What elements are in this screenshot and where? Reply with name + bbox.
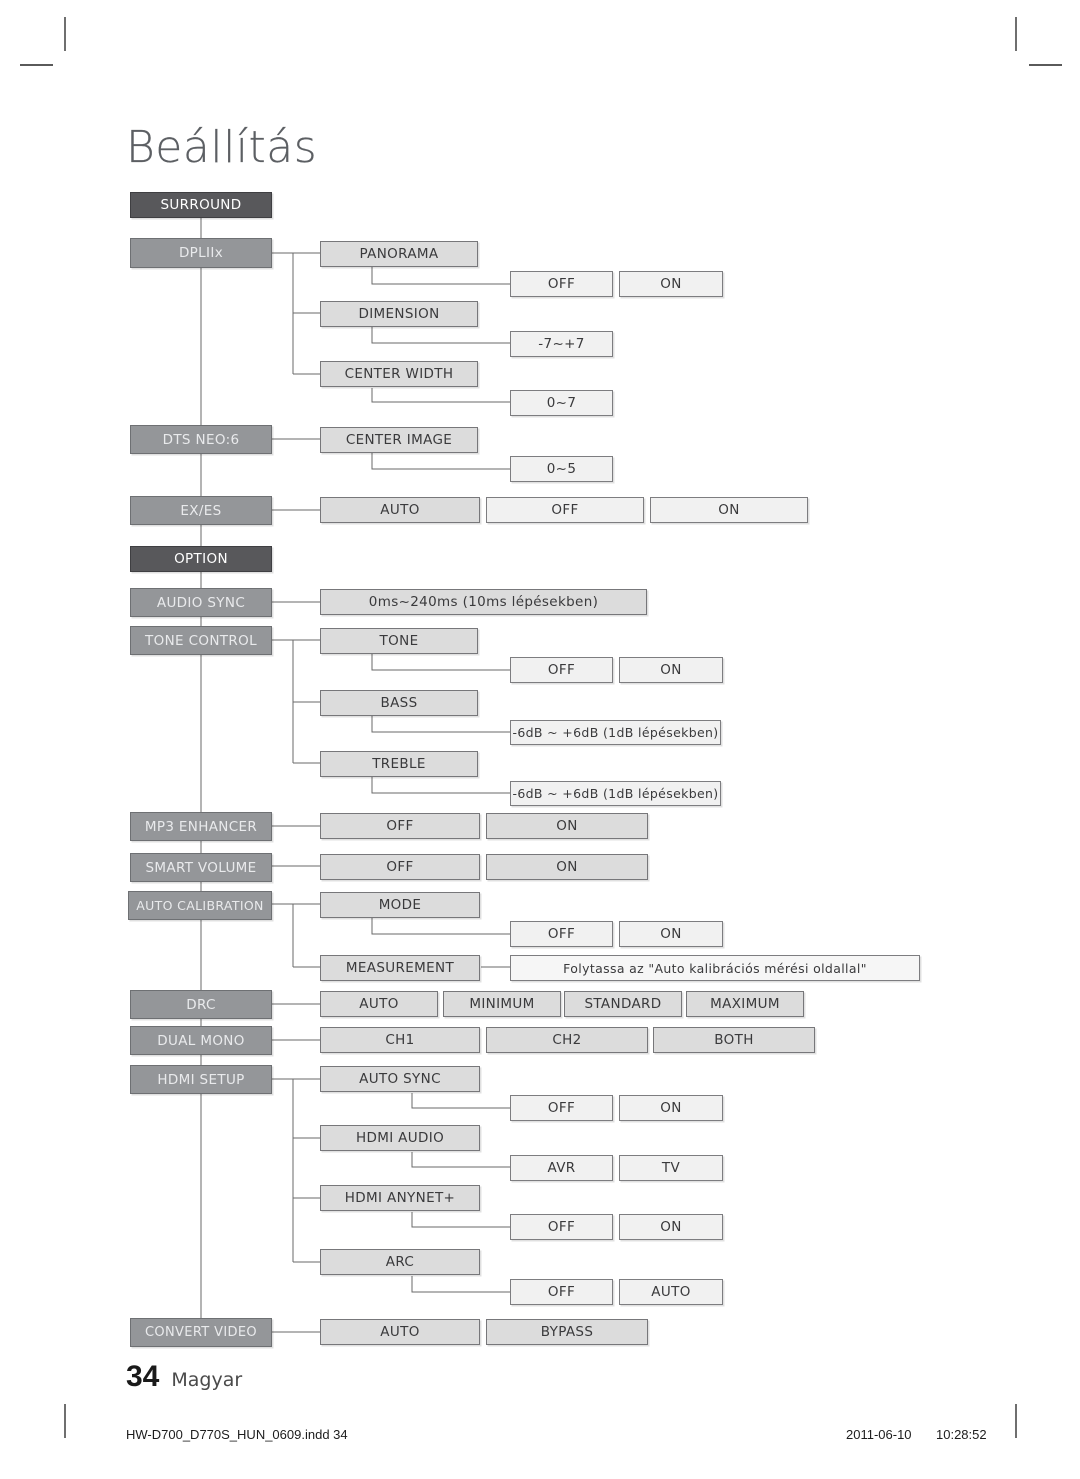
node-hdmi-setup[interactable]: HDMI SETUP xyxy=(130,1065,272,1094)
node-center-width[interactable]: CENTER WIDTH xyxy=(320,361,478,387)
node-mode-off[interactable]: OFF xyxy=(510,921,613,947)
node-option[interactable]: OPTION xyxy=(130,546,272,572)
node-hdmi-anynet-on[interactable]: ON xyxy=(619,1214,723,1240)
node-dual-ch2[interactable]: CH2 xyxy=(486,1027,648,1053)
node-drc-minimum[interactable]: MINIMUM xyxy=(443,991,561,1017)
node-hdmi-audio[interactable]: HDMI AUDIO xyxy=(320,1125,480,1151)
node-auto-calibration[interactable]: AUTO CALIBRATION xyxy=(128,891,272,920)
node-measurement-note: Folytassa az "Auto kalibrációs mérési ol… xyxy=(510,955,920,981)
node-mp3-enhancer[interactable]: MP3 ENHANCER xyxy=(130,812,272,841)
node-convert-video[interactable]: CONVERT VIDEO xyxy=(130,1318,272,1347)
manual-page: Beállítás SURROUND DPLIIx PANORAMA OFF O… xyxy=(0,0,1080,1479)
node-panorama-off[interactable]: OFF xyxy=(510,271,613,297)
folio: 34 Magyar xyxy=(126,1360,242,1394)
node-tone-on[interactable]: ON xyxy=(619,657,723,683)
node-mode-on[interactable]: ON xyxy=(619,921,723,947)
node-exes-on[interactable]: ON xyxy=(650,497,808,523)
node-dual-ch1[interactable]: CH1 xyxy=(320,1027,480,1053)
node-dimension-range[interactable]: -7~+7 xyxy=(510,331,613,357)
node-arc[interactable]: ARC xyxy=(320,1249,480,1275)
footer-filename: HW-D700_D770S_HUN_0609.indd 34 xyxy=(126,1427,348,1442)
node-hdmi-auto-sync-on[interactable]: ON xyxy=(619,1095,723,1121)
node-dual-mono[interactable]: DUAL MONO xyxy=(130,1026,272,1055)
footer-time: 10:28:52 xyxy=(936,1427,987,1442)
node-smart-off[interactable]: OFF xyxy=(320,854,480,880)
node-hdmi-anynet-off[interactable]: OFF xyxy=(510,1214,613,1240)
node-panorama-on[interactable]: ON xyxy=(619,271,723,297)
node-dts-neo6[interactable]: DTS NEO:6 xyxy=(130,425,272,454)
node-exes-auto[interactable]: AUTO xyxy=(320,497,480,523)
node-center-image-range[interactable]: 0~5 xyxy=(510,456,613,482)
node-mp3-on[interactable]: ON xyxy=(486,813,648,839)
node-surround[interactable]: SURROUND xyxy=(130,192,272,218)
node-dpliix[interactable]: DPLIIx xyxy=(130,238,272,268)
node-bass-range[interactable]: -6dB ~ +6dB (1dB lépésekben) xyxy=(510,720,721,745)
node-mp3-off[interactable]: OFF xyxy=(320,813,480,839)
crop-mark-top-left-horizontal xyxy=(20,64,53,66)
running-footer: HW-D700_D770S_HUN_0609.indd 34 2011-06-1… xyxy=(0,1427,1080,1449)
node-arc-off[interactable]: OFF xyxy=(510,1279,613,1305)
node-drc-standard[interactable]: STANDARD xyxy=(564,991,682,1017)
node-audio-sync-range[interactable]: 0ms~240ms (10ms lépésekben) xyxy=(320,589,647,615)
node-drc-auto[interactable]: AUTO xyxy=(320,991,438,1017)
node-arc-auto[interactable]: AUTO xyxy=(619,1279,723,1305)
node-audio-sync[interactable]: AUDIO SYNC xyxy=(130,588,272,617)
node-panorama[interactable]: PANORAMA xyxy=(320,241,478,267)
node-hdmi-auto-sync[interactable]: AUTO SYNC xyxy=(320,1066,480,1092)
node-convert-auto[interactable]: AUTO xyxy=(320,1319,480,1345)
node-hdmi-anynet[interactable]: HDMI ANYNET+ xyxy=(320,1185,480,1211)
node-hdmi-audio-tv[interactable]: TV xyxy=(619,1155,723,1181)
node-hdmi-audio-avr[interactable]: AVR xyxy=(510,1155,613,1181)
crop-mark-top-right-vertical xyxy=(1015,17,1017,51)
page-title: Beállítás xyxy=(126,122,318,173)
node-hdmi-auto-sync-off[interactable]: OFF xyxy=(510,1095,613,1121)
crop-mark-top-left-vertical xyxy=(64,17,66,51)
node-center-image[interactable]: CENTER IMAGE xyxy=(320,427,478,453)
node-treble[interactable]: TREBLE xyxy=(320,751,478,777)
node-center-width-range[interactable]: 0~7 xyxy=(510,390,613,416)
node-convert-bypass[interactable]: BYPASS xyxy=(486,1319,648,1345)
footer-date: 2011-06-10 xyxy=(846,1427,912,1442)
crop-mark-top-right-horizontal xyxy=(1029,64,1062,66)
node-dual-both[interactable]: BOTH xyxy=(653,1027,815,1053)
node-measurement[interactable]: MEASUREMENT xyxy=(320,955,480,981)
page-language: Magyar xyxy=(171,1369,243,1391)
node-tone-control[interactable]: TONE CONTROL xyxy=(130,626,272,655)
node-tone-off[interactable]: OFF xyxy=(510,657,613,683)
node-smart-volume[interactable]: SMART VOLUME xyxy=(130,853,272,882)
node-drc-maximum[interactable]: MAXIMUM xyxy=(686,991,804,1017)
node-treble-range[interactable]: -6dB ~ +6dB (1dB lépésekben) xyxy=(510,781,721,806)
node-exes-off[interactable]: OFF xyxy=(486,497,644,523)
node-dimension[interactable]: DIMENSION xyxy=(320,301,478,327)
node-smart-on[interactable]: ON xyxy=(486,854,648,880)
node-exes[interactable]: EX/ES xyxy=(130,496,272,525)
node-tone[interactable]: TONE xyxy=(320,628,478,654)
node-mode[interactable]: MODE xyxy=(320,892,480,918)
node-bass[interactable]: BASS xyxy=(320,690,478,716)
node-drc[interactable]: DRC xyxy=(130,990,272,1019)
page-number: 34 xyxy=(126,1360,160,1393)
